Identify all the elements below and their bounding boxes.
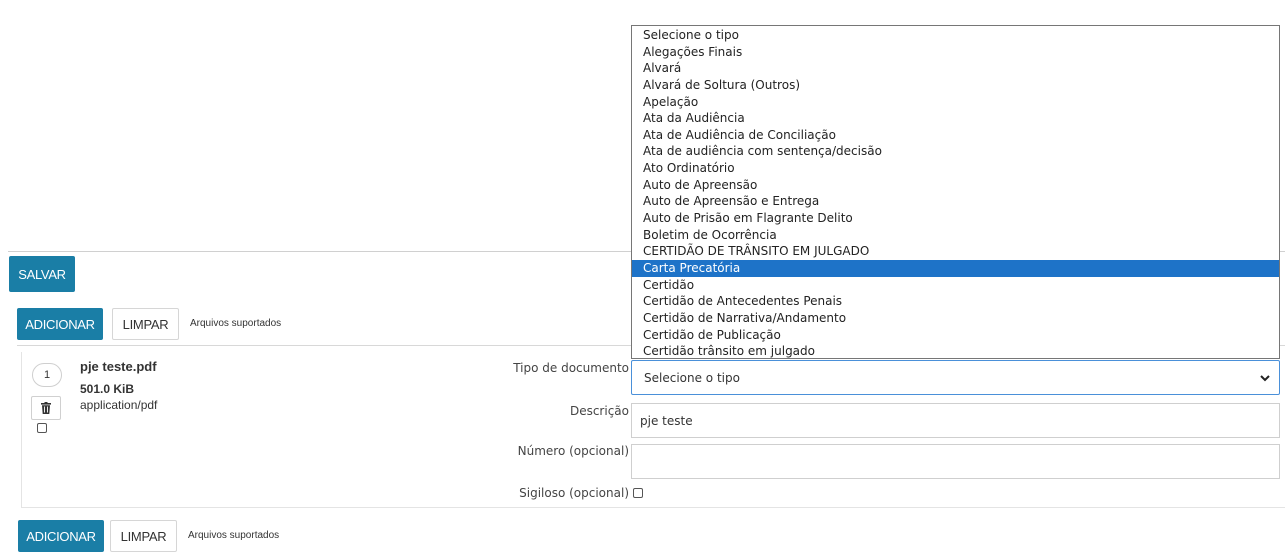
dropdown-option[interactable]: Certidão trânsito em julgado [632,343,1279,360]
dropdown-option[interactable]: Carta Precatória [632,259,1279,277]
secret-checkbox[interactable] [633,488,643,498]
dropdown-option[interactable]: Boletim de Ocorrência [632,227,1279,244]
dropdown-option[interactable]: Alvará de Soltura (Outros) [632,77,1279,94]
dropdown-option[interactable]: Ata de Audiência de Conciliação [632,127,1279,144]
secret-label: Sigiloso (opcional) [519,486,629,500]
doc-type-label: Tipo de documento [513,361,629,375]
doc-type-dropdown-list[interactable]: Selecione o tipo Alegações Finais Alvará Al… [631,25,1280,359]
supported-files-link[interactable]: Arquivos suportados [190,318,281,329]
doc-type-select-value: Selecione o tipo [644,370,740,385]
number-input[interactable] [631,444,1280,479]
trash-icon [41,402,51,414]
dropdown-option[interactable]: Certidão de Antecedentes Penais [632,293,1279,310]
supported-files-link-bottom[interactable]: Arquivos suportados [188,530,279,541]
dropdown-option[interactable]: CERTIDÃO DE TRÂNSITO EM JULGADO [632,243,1279,260]
dropdown-option[interactable]: Selecione o tipo [632,27,1279,44]
dropdown-option[interactable]: Auto de Apreensão e Entrega [632,193,1279,210]
file-size: 501.0 KiB [80,382,135,396]
description-input[interactable]: pje teste [631,403,1280,438]
clear-files-button-bottom[interactable]: LIMPAR [110,520,177,552]
description-label: Descrição [569,404,629,418]
dropdown-option[interactable]: Ata da Audiência [632,110,1279,127]
doc-type-select[interactable]: Selecione o tipo [631,360,1280,395]
number-label: Número (opcional) [517,444,629,458]
dropdown-option[interactable]: Certidão [632,277,1279,294]
dropdown-option[interactable]: Alegações Finais [632,44,1279,61]
clear-files-button[interactable]: LIMPAR [112,308,179,340]
chevron-down-icon [1260,375,1270,382]
file-mime-type: application/pdf [80,398,158,412]
dropdown-option[interactable]: Ato Ordinatório [632,160,1279,177]
dropdown-option[interactable]: Alvará [632,60,1279,77]
dropdown-option[interactable]: Ata de audiência com sentença/decisão [632,143,1279,160]
save-button[interactable]: SALVAR [9,256,75,292]
dropdown-option[interactable]: Auto de Apreensão [632,177,1279,194]
dropdown-option[interactable]: Certidão de Narrativa/Andamento [632,310,1279,327]
file-name: pje teste.pdf [80,359,157,374]
dropdown-option[interactable]: Certidão de Publicação [632,327,1279,344]
add-file-button-bottom[interactable]: ADICIONAR [18,520,104,552]
add-file-button[interactable]: ADICIONAR [17,308,103,340]
file-select-checkbox[interactable] [37,423,47,433]
delete-file-button[interactable] [31,396,61,420]
dropdown-option[interactable]: Auto de Prisão em Flagrante Delito [632,210,1279,227]
dropdown-option[interactable]: Apelação [632,94,1279,111]
file-index-badge: 1 [32,363,62,387]
